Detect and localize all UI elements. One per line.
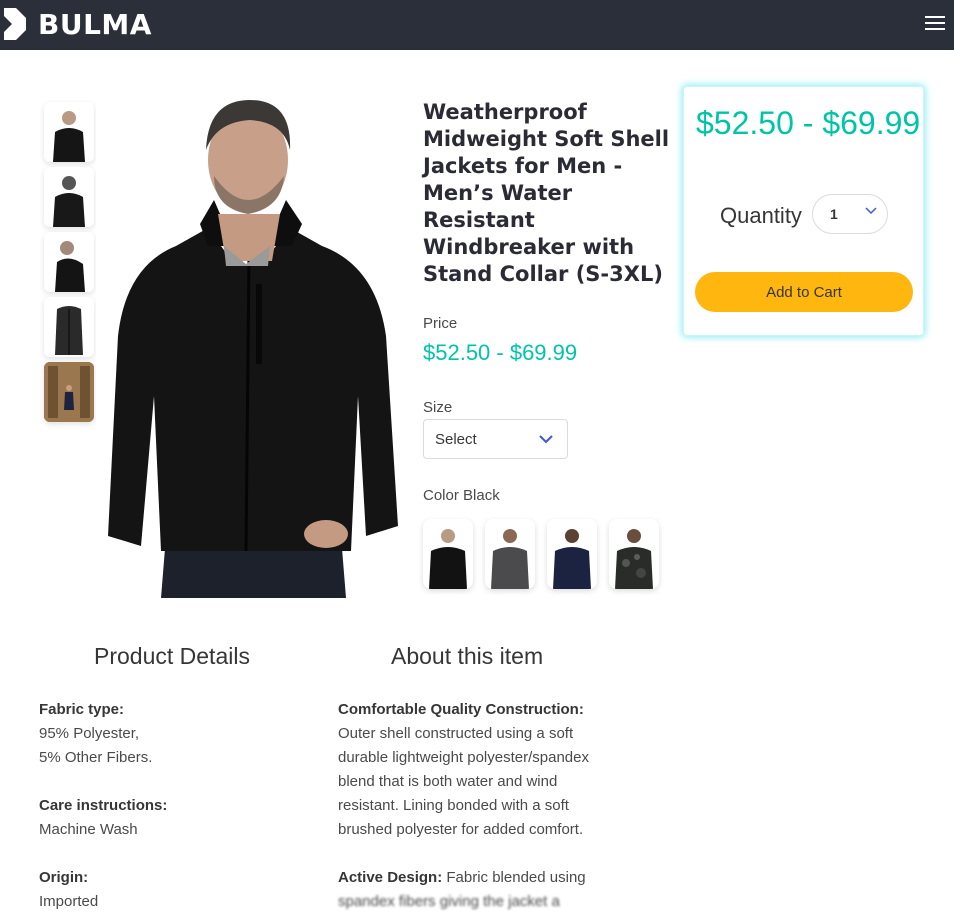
product-details-list: Fabric type: 95% Polyester, 5% Other Fib… (39, 698, 299, 914)
product-details-heading: Product Details (94, 643, 250, 669)
origin-label: Origin: (39, 869, 89, 886)
size-select[interactable]: Select (423, 419, 568, 459)
fabric-value-2: 5% Other Fibers. (39, 749, 153, 766)
about-heading: About this item (391, 643, 544, 669)
about-item-1-line-2: durable lightweight polyester/spandex (338, 749, 589, 766)
fabric-label: Fabric type: (39, 701, 125, 718)
cart-price: $52.50 - $69.99 (696, 105, 921, 141)
size-select-value: Select (435, 431, 477, 448)
about-list: Comfortable Quality Construction: Outer … (338, 698, 638, 914)
thumbnail-side[interactable] (44, 232, 94, 292)
color-swatch-gray[interactable] (485, 519, 535, 589)
navbar: BULMA (0, 0, 954, 50)
quantity-select[interactable]: 1 (812, 194, 888, 234)
origin-value: Imported (39, 893, 99, 910)
bulma-logo-icon (4, 8, 26, 40)
about-item-1-line-1: Outer shell constructed using a soft (338, 725, 574, 742)
fabric-value-1: 95% Polyester, (39, 725, 140, 742)
about-item-1-label: Comfortable Quality Construction: (338, 701, 584, 718)
thumbnail-list (44, 102, 94, 427)
color-label: Color Black (423, 487, 500, 504)
hamburger-icon[interactable] (925, 16, 945, 32)
brand-name: BULMA (38, 7, 152, 41)
chevron-down-icon (865, 207, 877, 215)
about-item-1-line-4: resistant. Lining bonded with a soft (338, 797, 569, 814)
cart-box: $52.50 - $69.99 Quantity 1 Add to Cart (683, 86, 924, 336)
quantity-value: 1 (830, 206, 838, 222)
about-item-2-label: Active Design: (338, 869, 443, 886)
size-label: Size (423, 399, 453, 416)
color-swatch-camo[interactable] (609, 519, 659, 589)
care-value: Machine Wash (39, 821, 138, 838)
product-price: $52.50 - $69.99 (423, 340, 578, 365)
color-swatch-black[interactable] (423, 519, 473, 589)
about-item-1-line-3: blend that is both water and wind (338, 773, 558, 790)
price-label: Price (423, 315, 458, 332)
color-swatch-navy[interactable] (547, 519, 597, 589)
about-item-1-line-5: brushed polyester for added comfort. (338, 821, 584, 838)
add-to-cart-button[interactable]: Add to Cart (695, 272, 913, 312)
about-item-2-line-2: spandex fibers giving the jacket a (338, 893, 560, 910)
color-swatches (423, 519, 671, 589)
chevron-down-icon (539, 435, 553, 444)
brand-logo[interactable]: BULMA (2, 6, 152, 42)
about-item-2-line-1: Fabric blended using (442, 869, 586, 886)
thumbnail-back[interactable] (44, 167, 94, 227)
product-title: Weatherproof Midweight Soft Shell Jacket… (423, 100, 670, 286)
product-main-image (96, 96, 406, 598)
thumbnail-flat[interactable] (44, 297, 94, 357)
quantity-label: Quantity (720, 203, 802, 228)
thumbnail-lifestyle[interactable] (44, 362, 94, 422)
care-label: Care instructions: (39, 797, 168, 814)
thumbnail-front[interactable] (44, 102, 94, 162)
jacket-model-photo (96, 96, 406, 598)
